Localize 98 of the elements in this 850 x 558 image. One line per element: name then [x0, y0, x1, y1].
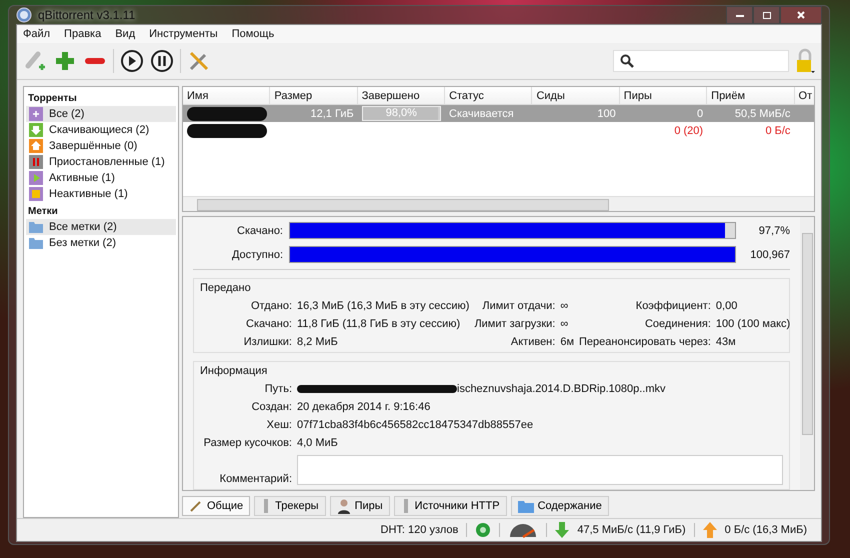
horizontal-scrollbar[interactable]: [183, 196, 814, 211]
field-label: Лимит отдачи:: [481, 300, 556, 312]
table-cell: 0: [696, 108, 704, 120]
field-label: Доступно:: [230, 248, 283, 260]
column-header[interactable]: Приём: [707, 87, 795, 104]
tab[interactable]: Содержание: [510, 496, 609, 516]
field-label: Лимит загрузки:: [474, 318, 556, 330]
table-cell: 100: [597, 108, 616, 120]
menu-item[interactable]: Вид: [115, 28, 136, 40]
play-icon[interactable]: [120, 49, 144, 73]
field-value: 16,3 МиБ (16,3 МиБ в эту сессию): [297, 300, 470, 312]
progress-bar: 98,0%: [362, 106, 442, 121]
maximize-button[interactable]: [753, 6, 780, 24]
group-title: Передано: [200, 282, 252, 294]
field-label: Переанонсировать через:: [579, 336, 711, 348]
pause-icon[interactable]: [150, 49, 174, 73]
dht-status: DHT: 120 узлов: [380, 524, 458, 536]
vertical-scrollbar[interactable]: [800, 217, 814, 490]
upload-arrow-icon: [702, 522, 717, 538]
column-header[interactable]: Статус: [445, 87, 532, 104]
pencil-icon: [189, 499, 203, 513]
field-label: Скачано:: [245, 318, 292, 330]
field-value: 4,0 МиБ: [297, 437, 338, 449]
lock-icon[interactable]: [795, 48, 815, 74]
download-speed: 47,5 МиБ/с (11,9 ГиБ): [577, 524, 686, 536]
field-label: Размер кусочков:: [202, 437, 292, 449]
section-title: Торренты: [27, 92, 78, 106]
tab[interactable]: Трекеры: [254, 496, 326, 516]
field-label: Скачано:: [236, 224, 283, 236]
maximize-icon: [762, 12, 770, 18]
filter-item[interactable]: Все (2): [26, 106, 176, 122]
menu-item[interactable]: Правка: [64, 28, 102, 40]
connection-status-icon[interactable]: [475, 522, 492, 538]
field-label: Отдано:: [250, 300, 292, 312]
search-icon: [620, 54, 634, 68]
table-cell: 50,5 МиБ/с: [734, 108, 790, 120]
filter-item[interactable]: Завершённые (0): [26, 138, 176, 154]
field-value: 6м: [560, 336, 574, 348]
section-title: Метки: [27, 205, 59, 219]
column-header[interactable]: Имя: [183, 87, 270, 104]
field-value: 11,8 ГиБ (11,8 ГиБ в эту сессию): [297, 318, 462, 330]
filter-item[interactable]: Неактивные (1): [26, 186, 176, 202]
person-icon: [336, 498, 351, 514]
speedometer-icon[interactable]: [508, 522, 538, 538]
field-value: 8,2 МиБ: [297, 336, 339, 348]
field-label: Хеш:: [266, 419, 292, 431]
column-header[interactable]: Сиды: [532, 87, 620, 104]
add-link-icon[interactable]: [23, 49, 47, 73]
folder-icon: [518, 500, 534, 512]
field-value: 100,967: [749, 248, 790, 260]
field-value: ∞: [560, 300, 570, 312]
download-arrow-icon: [555, 522, 570, 538]
column-header[interactable]: Размер: [270, 87, 358, 104]
table-cell: 0 Б/с: [765, 124, 790, 136]
filter-item[interactable]: Приостановленные (1): [26, 154, 176, 170]
close-button[interactable]: [780, 6, 822, 24]
window-title: qBittorrent v3.1.11: [38, 8, 136, 22]
field-value: 100 (100 макс): [716, 318, 790, 330]
menu-item[interactable]: Файл: [23, 28, 50, 40]
field-value: 97,7%: [758, 224, 790, 236]
table-cell: Скачивается: [449, 108, 514, 120]
app-logo-icon: [16, 7, 32, 23]
group-title: Информация: [200, 365, 268, 377]
filter-item[interactable]: Без метки (2): [26, 235, 176, 251]
column-header[interactable]: Пиры: [620, 87, 708, 104]
minimize-icon: [736, 14, 744, 16]
tab[interactable]: Пиры: [330, 496, 390, 516]
field-label: Излишки:: [242, 336, 292, 348]
menu-item[interactable]: Помощь: [232, 28, 274, 40]
column-header[interactable]: Завершено: [358, 87, 446, 104]
tab[interactable]: Общие: [182, 496, 250, 516]
filter-item[interactable]: Все метки (2): [26, 219, 176, 235]
field-value: ischeznuvshaja.2014.D.BDRip.1080p..mkv: [457, 383, 666, 395]
minimize-button[interactable]: [726, 6, 753, 24]
filter-item[interactable]: Скачивающиеся (2): [26, 122, 176, 138]
torrent-row[interactable]: 0 (20) 0 Б/с: [183, 122, 814, 139]
upload-speed: 0 Б/с (16,3 МиБ): [724, 524, 807, 536]
field-label: Путь:: [264, 383, 292, 395]
field-value: 0,00: [716, 300, 738, 312]
tab[interactable]: Источники HTTP: [394, 496, 507, 516]
column-header[interactable]: От: [794, 87, 814, 104]
search-field[interactable]: [613, 50, 789, 72]
field-label: Создан:: [250, 401, 292, 413]
field-value: ∞: [560, 318, 570, 330]
field-value: 07f71cba83f4b6c456582cc18475347db88557ee: [297, 419, 534, 431]
tools-icon[interactable]: [187, 49, 211, 73]
table-cell: 0 (20): [674, 124, 704, 136]
menu-item[interactable]: Инструменты: [149, 28, 218, 40]
field-value: 20 декабря 2014 г. 9:16:46: [297, 401, 430, 413]
field-label: Активен:: [510, 336, 556, 348]
field-label: Коэффициент:: [634, 300, 711, 312]
field-label: Комментарий:: [218, 473, 292, 485]
filter-item[interactable]: Активные (1): [26, 170, 176, 186]
close-icon: [797, 11, 805, 19]
add-icon[interactable]: [53, 49, 77, 73]
field-value: 43м: [716, 336, 737, 348]
field-label: Соединения:: [644, 318, 711, 330]
table-cell: 12,1 ГиБ: [310, 108, 354, 120]
